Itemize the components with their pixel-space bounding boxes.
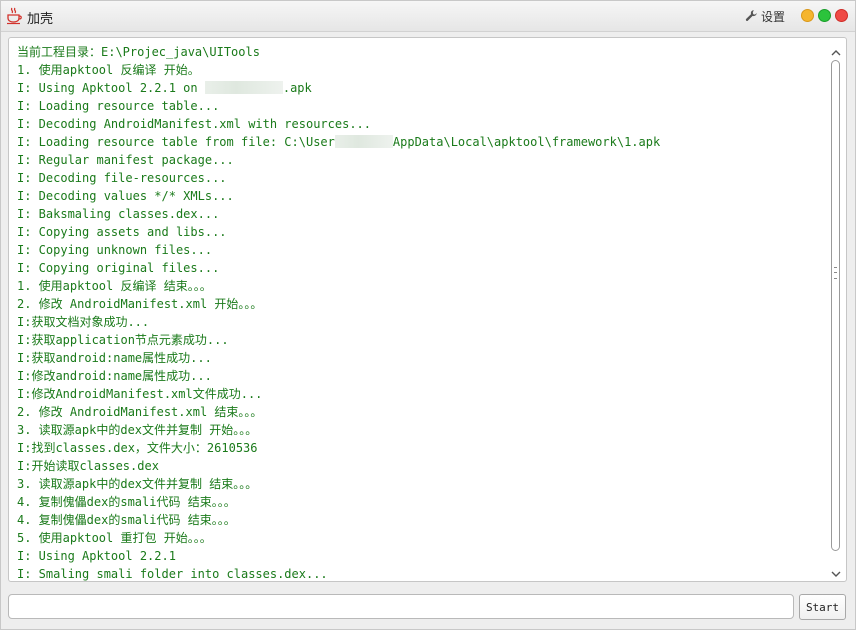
vertical-scrollbar[interactable] [828, 40, 844, 579]
log-line: 当前工程目录：E:\Projec_java\UITools [17, 45, 260, 59]
settings-label: 设置 [761, 10, 786, 24]
redacted-text [204, 81, 283, 94]
log-line-text: I: Using Apktool 2.2.1 on [17, 81, 205, 95]
log-line-text: AppData\Local\apktool\framework\1.apk [392, 135, 661, 149]
log-line: I: Loading resource table from file: C:\… [17, 133, 824, 151]
command-input[interactable] [8, 594, 794, 619]
log-line: I:开始读取classes.dex [17, 459, 159, 473]
log-line: 3. 读取源apk中的dex文件并复制 开始。。。 [17, 423, 258, 437]
scroll-up-icon[interactable] [830, 44, 842, 56]
log-line: I:修改AndroidManifest.xml文件成功... [17, 387, 263, 401]
log-line: I:获取文档对象成功... [17, 315, 150, 329]
log-line: I:找到classes.dex，文件大小：2610536 [17, 441, 258, 455]
close-button[interactable] [835, 9, 848, 22]
log-line: I: Smaling smali folder into classes.dex… [17, 567, 328, 581]
grip-icon [834, 267, 837, 279]
log-line: I: Loading resource table... [17, 99, 220, 113]
log-line: I:获取application节点元素成功... [17, 333, 229, 347]
maximize-button[interactable] [818, 9, 831, 22]
log-line: I: Using Apktool 2.2.1 on .apk [17, 79, 824, 97]
log-line: 2. 修改 AndroidManifest.xml 开始。。。 [17, 297, 263, 311]
log-line-text: .apk [282, 81, 312, 95]
scroll-thumb[interactable] [831, 60, 840, 551]
wrench-icon [745, 9, 758, 25]
log-line: I: Decoding file-resources... [17, 171, 227, 185]
log-line: I: Using Apktool 2.2.1 [17, 549, 176, 563]
log-line: I: Decoding values */* XMLs... [17, 189, 234, 203]
log-lines: 当前工程目录：E:\Projec_java\UITools 1. 使用apktoo… [17, 43, 824, 581]
log-line: 5. 使用apktool 重打包 开始。。。 [17, 531, 212, 545]
log-line: I:修改android:name属性成功... [17, 369, 212, 383]
scroll-track[interactable] [831, 60, 840, 561]
settings-button[interactable]: 设置 [745, 8, 785, 25]
log-line: I: Decoding AndroidManifest.xml with res… [17, 117, 372, 131]
start-button[interactable]: Start [799, 594, 846, 620]
log-line: 1. 使用apktool 反编译 结束。。。 [17, 279, 212, 293]
redacted-text [334, 135, 393, 148]
scroll-down-icon[interactable] [830, 565, 842, 577]
title-bar[interactable]: 加壳 设置 [1, 1, 855, 32]
log-line: 2. 修改 AndroidManifest.xml 结束。。。 [17, 405, 263, 419]
log-line: I: Regular manifest package... [17, 153, 234, 167]
app-window: 加壳 设置 当前工程目录：E:\Projec_java\UITools 1. 使用… [0, 0, 856, 630]
log-output[interactable]: 当前工程目录：E:\Projec_java\UITools 1. 使用apktoo… [8, 37, 847, 582]
java-cup-icon [5, 7, 23, 25]
log-line: 4. 复制傀儡dex的smali代码 结束。。。 [17, 495, 236, 509]
log-line-text: I: Loading resource table from file: C:\… [17, 135, 335, 149]
log-line: I: Copying original files... [17, 261, 220, 275]
log-line: 4. 复制傀儡dex的smali代码 结束。。。 [17, 513, 236, 527]
log-line: 1. 使用apktool 反编译 开始。 [17, 63, 200, 77]
window-title: 加壳 [27, 12, 54, 27]
log-line: I: Baksmaling classes.dex... [17, 207, 220, 221]
log-line: I:获取android:name属性成功... [17, 351, 212, 365]
log-line: I: Copying assets and libs... [17, 225, 227, 239]
log-line: 3. 读取源apk中的dex文件并复制 结束。。。 [17, 477, 258, 491]
log-line: I: Copying unknown files... [17, 243, 213, 257]
minimize-button[interactable] [801, 9, 814, 22]
